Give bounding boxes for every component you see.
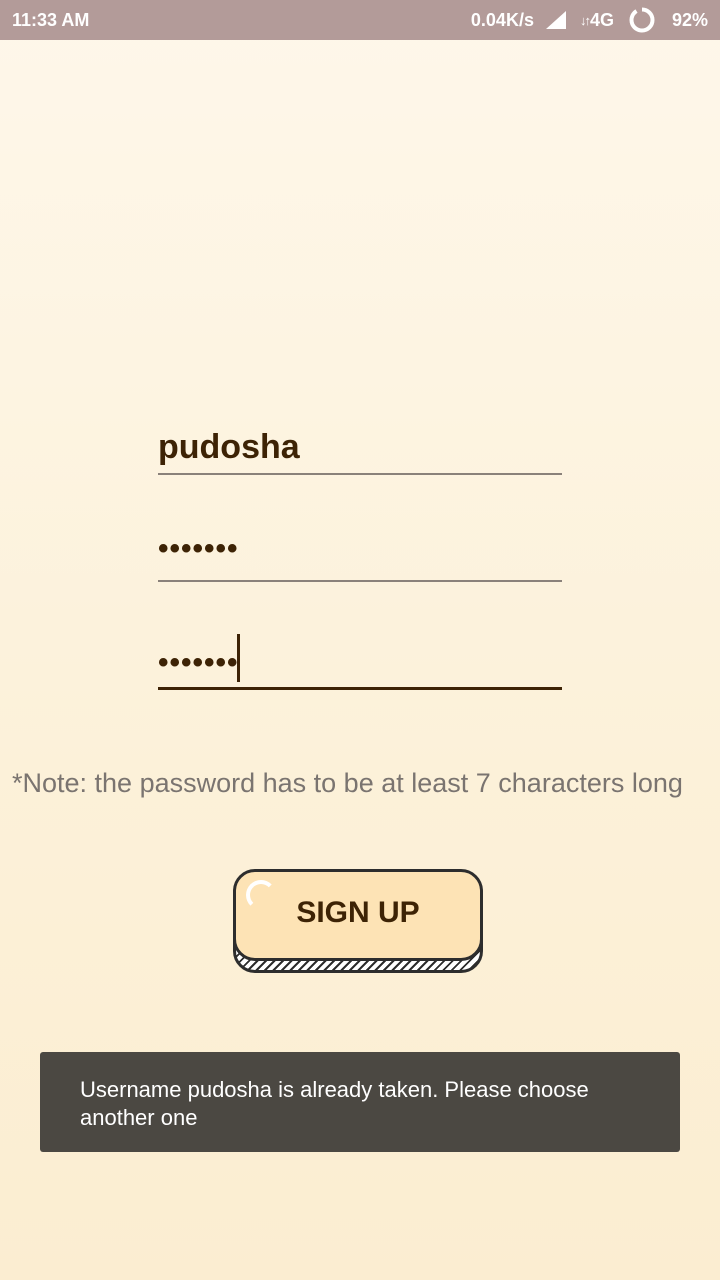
username-underline (158, 473, 562, 475)
confirm-password-field[interactable]: ••••••• (158, 634, 562, 696)
status-time: 11:33 AM (12, 10, 90, 30)
network-activity-icon: ↓↑ 4G (580, 10, 614, 31)
confirm-password-value: ••••••• (158, 645, 239, 679)
password-field[interactable]: ••••••• (158, 530, 562, 590)
toast-message: Username pudosha is already taken. Pleas… (40, 1052, 680, 1152)
status-indicators: 0.04K/s ↓↑ 4G 92% (471, 0, 708, 40)
password-note: *Note: the password has to be at least 7… (12, 768, 683, 798)
battery-icon (629, 7, 655, 33)
password-value: ••••••• (158, 532, 239, 565)
network-arrows: ↓↑ (579, 12, 591, 28)
username-field[interactable]: pudosha (158, 420, 562, 480)
toast-text: Username pudosha is already taken. Pleas… (80, 1077, 589, 1130)
battery-percent: 92% (671, 9, 708, 30)
signup-button[interactable]: SIGN UP (233, 869, 483, 973)
network-type: 4G (589, 9, 614, 30)
signup-button-label: SIGN UP (296, 896, 420, 929)
confirm-password-underline (158, 687, 562, 690)
text-cursor (236, 634, 240, 682)
signal-icon (545, 11, 566, 29)
network-speed: 0.04K/s (470, 9, 534, 30)
username-value: pudosha (158, 428, 300, 466)
confirm-password-text: ••••••• (158, 634, 240, 688)
password-underline (158, 580, 562, 582)
status-bar: 11:33 AM 0.04K/s ↓↑ 4G 92% (0, 0, 720, 40)
